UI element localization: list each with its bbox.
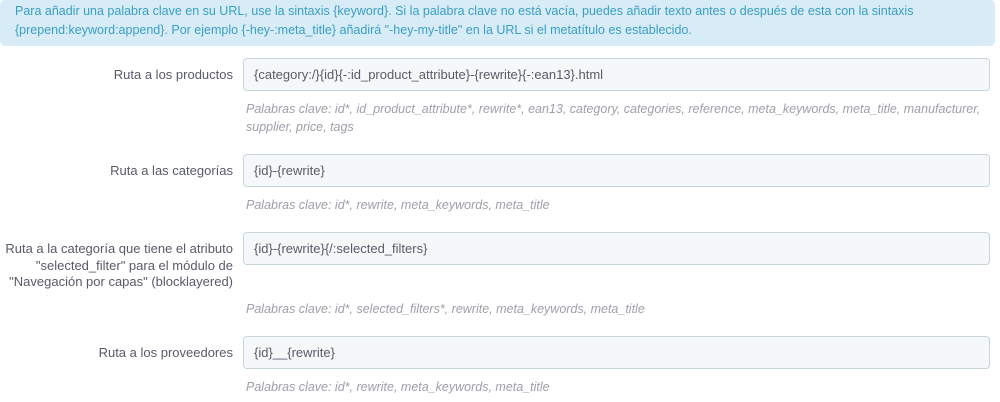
supplier-route-input[interactable] (243, 335, 990, 369)
product-route-input[interactable] (243, 58, 990, 91)
category-route-label: Ruta a las categorías (110, 163, 233, 178)
url-schema-form: Ruta a los productos Palabras clave: id*… (0, 58, 1000, 396)
layered-category-route-input[interactable] (243, 232, 990, 265)
layered-category-route-help: Palabras clave: id*, selected_filters*, … (246, 301, 645, 316)
form-row-category-route: Ruta a las categorías Palabras clave: id… (0, 154, 990, 214)
category-route-control (243, 154, 990, 187)
keyword-syntax-info-alert: Para añadir una palabra clave en su URL,… (0, 0, 995, 46)
form-row-product-route: Ruta a los productos Palabras clave: id*… (0, 58, 990, 136)
form-row-layered-category-route: Ruta a la categoría que tiene el atribut… (0, 232, 990, 318)
category-route-help: Palabras clave: id*, rewrite, meta_keywo… (246, 198, 550, 212)
product-route-control (243, 58, 990, 91)
seo-urls-settings-page: Para añadir una palabra clave en su URL,… (0, 0, 1000, 402)
layered-category-route-control (243, 232, 990, 291)
product-route-help: Palabras clave: id*, id_product_attribut… (246, 102, 981, 134)
supplier-route-label: Ruta a los proveedores (98, 344, 233, 360)
layered-category-route-label: Ruta a la categoría que tiene el atribut… (5, 241, 233, 289)
supplier-route-control (243, 335, 990, 369)
product-route-label: Ruta a los productos (113, 67, 233, 82)
form-row-supplier-route: Ruta a los proveedores Palabras clave: i… (0, 335, 990, 396)
supplier-route-help: Palabras clave: id*, rewrite, meta_keywo… (246, 379, 550, 394)
category-route-input[interactable] (243, 154, 990, 187)
